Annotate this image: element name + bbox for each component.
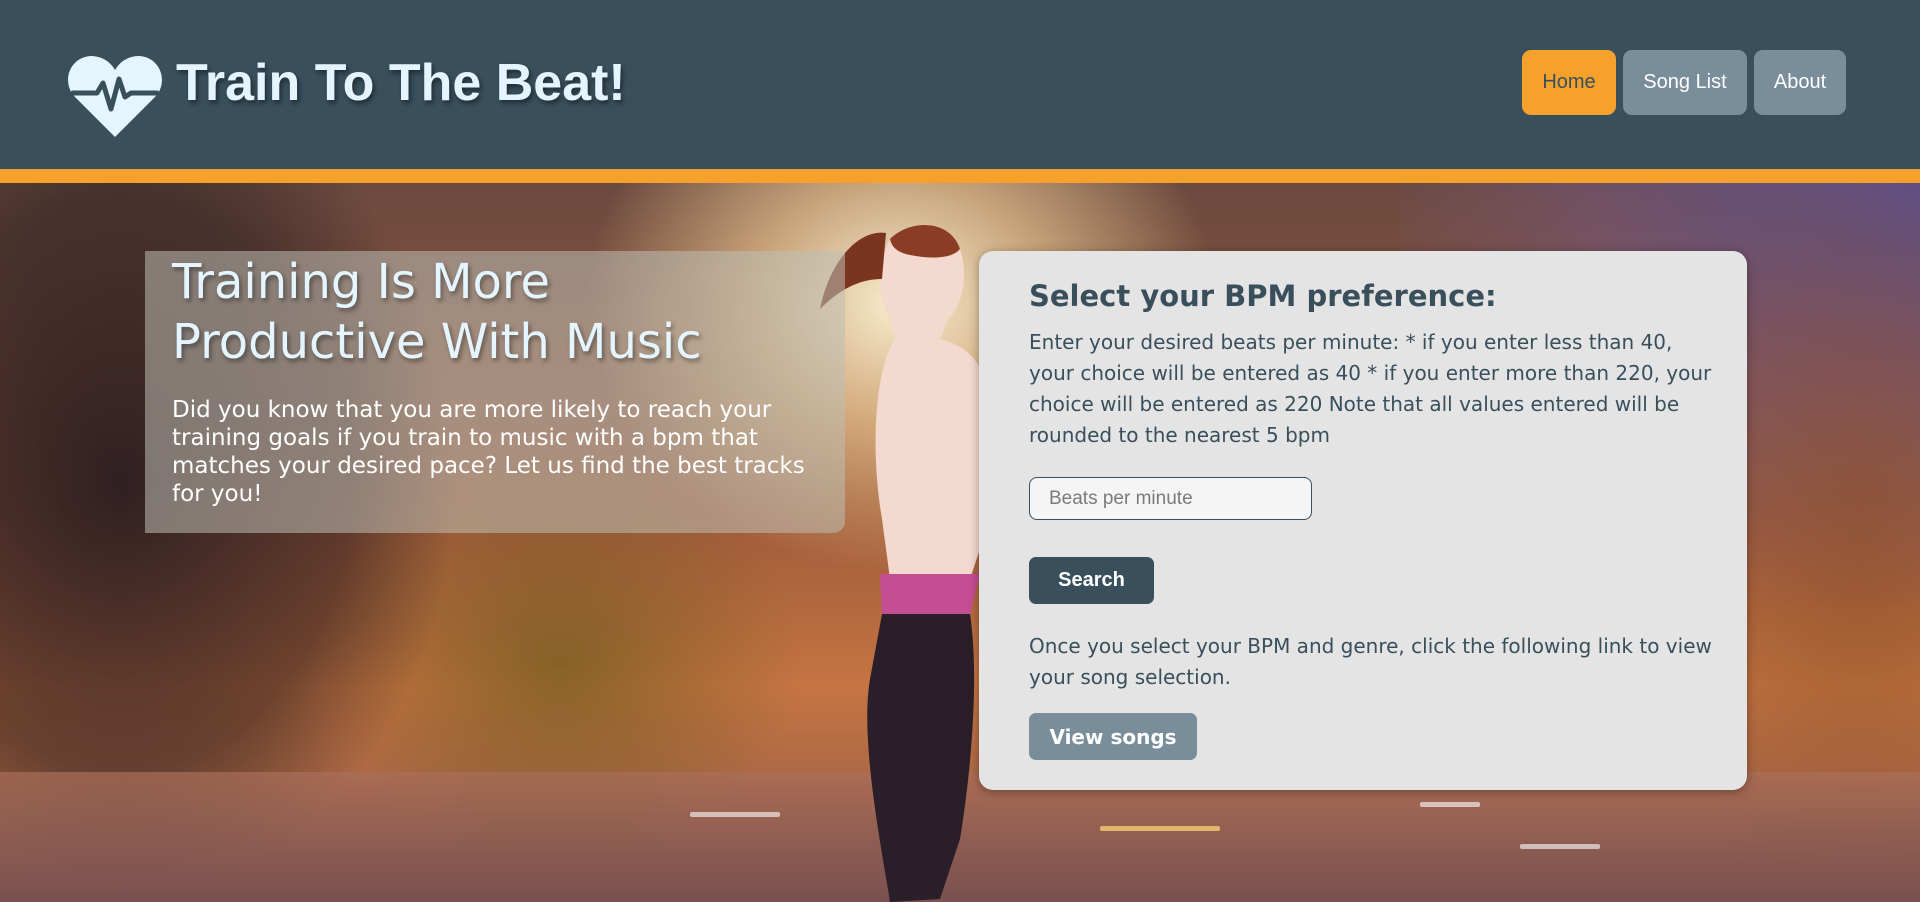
- heart-pulse-icon: [68, 56, 162, 137]
- intro-paragraph: Did you know that you are more likely to…: [172, 397, 805, 507]
- nav-about-button[interactable]: About: [1754, 50, 1846, 115]
- search-button[interactable]: Search: [1029, 557, 1154, 604]
- intro-heading: Training Is More Productive With Music: [172, 254, 702, 370]
- view-songs-button[interactable]: View songs: [1029, 713, 1197, 760]
- nav-home-button[interactable]: Home: [1522, 50, 1616, 115]
- panel-note: Once you select your BPM and genre, clic…: [1029, 634, 1712, 689]
- bpm-preference-panel: Select your BPM preference: Enter your d…: [979, 251, 1747, 790]
- site-header: Train To The Beat! Home Song List About: [0, 0, 1920, 169]
- panel-title: Select your BPM preference:: [1029, 279, 1497, 313]
- nav-song-list-button[interactable]: Song List: [1623, 50, 1747, 115]
- panel-description: Enter your desired beats per minute: * i…: [1029, 330, 1712, 447]
- site-title: Train To The Beat!: [176, 54, 626, 112]
- bpm-input[interactable]: [1029, 477, 1312, 520]
- header-accent-stripe: [0, 169, 1920, 183]
- main-nav: Home Song List About: [1522, 50, 1846, 115]
